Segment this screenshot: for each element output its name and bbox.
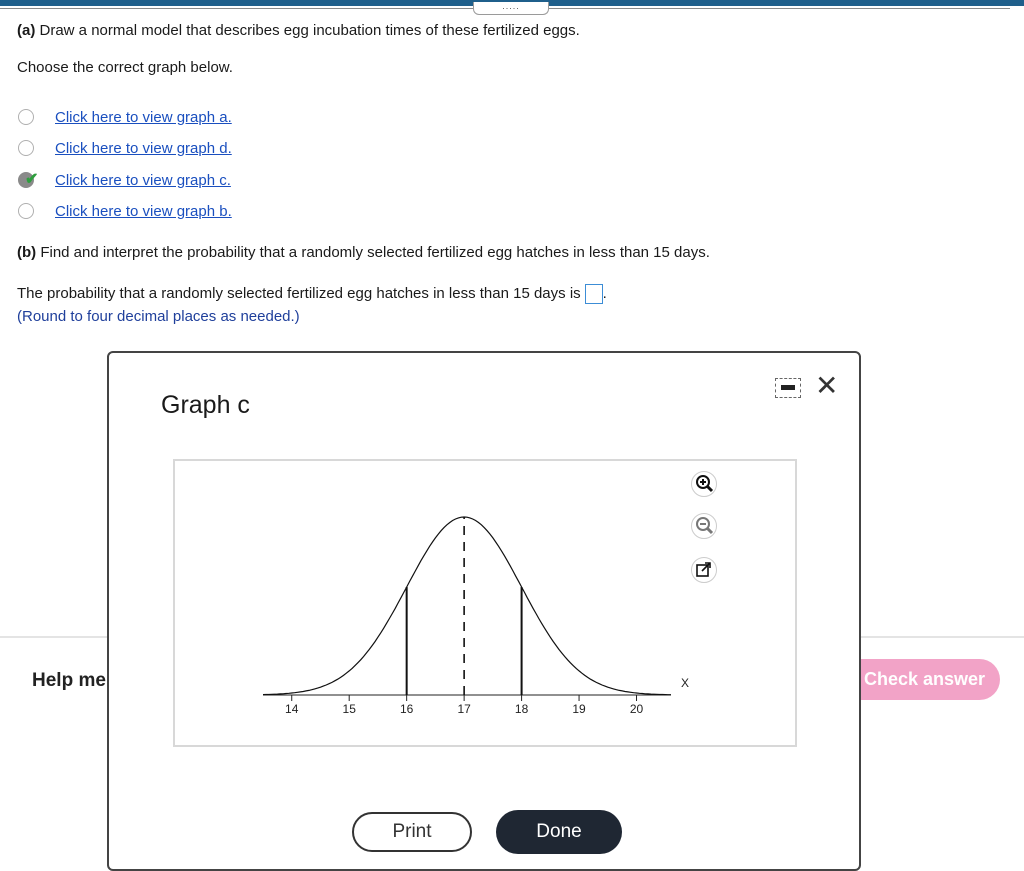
option-link[interactable]: Click here to view graph c. xyxy=(55,172,231,189)
print-button[interactable]: Print xyxy=(352,812,472,852)
part-a-question: (a) Draw a normal model that describes e… xyxy=(17,22,580,39)
statement-text: The probability that a randomly selected… xyxy=(17,284,581,302)
part-b-text: Find and interpret the probability that … xyxy=(40,244,710,261)
x-axis-label: X xyxy=(681,676,689,690)
zoom-in-icon[interactable] xyxy=(691,471,717,497)
part-b-label: (b) xyxy=(17,244,37,261)
close-icon[interactable]: ✕ xyxy=(815,367,838,405)
part-a-label: (a) xyxy=(17,22,36,39)
option-link[interactable]: Click here to view graph b. xyxy=(55,203,232,220)
option-graph-b[interactable]: Click here to view graph b. xyxy=(18,201,232,221)
modal-title: Graph c xyxy=(161,391,250,419)
x-tick-label: 20 xyxy=(630,702,644,716)
option-link[interactable]: Click here to view graph a. xyxy=(55,109,232,126)
option-graph-a[interactable]: Click here to view graph a. xyxy=(18,107,232,127)
done-button[interactable]: Done xyxy=(496,810,622,854)
x-tick-label: 17 xyxy=(457,702,471,716)
collapse-handle[interactable]: ..... xyxy=(473,2,549,15)
zoom-out-icon[interactable] xyxy=(691,513,717,539)
graph-frame: 14 15 16 17 18 19 20 X xyxy=(173,459,797,747)
x-tick-label: 16 xyxy=(400,702,414,716)
part-b-question: (b) Find and interpret the probability t… xyxy=(17,244,710,261)
x-tick-label: 18 xyxy=(515,702,529,716)
checkmark-icon: ✔ xyxy=(25,171,39,188)
part-b-statement: The probability that a randomly selected… xyxy=(17,284,607,304)
part-a-text: Draw a normal model that describes egg i… xyxy=(39,22,580,39)
minimize-icon[interactable] xyxy=(775,378,801,398)
rounding-hint: (Round to four decimal places as needed.… xyxy=(17,308,300,325)
part-a-instruction: Choose the correct graph below. xyxy=(17,59,233,76)
normal-density-curve xyxy=(262,516,671,696)
statement-end: . xyxy=(602,284,607,302)
external-link-icon[interactable] xyxy=(691,557,717,583)
radio-button[interactable] xyxy=(18,203,34,219)
radio-button-selected[interactable]: ✔ xyxy=(18,171,38,188)
x-tick-label: 14 xyxy=(285,702,299,716)
radio-button[interactable] xyxy=(18,140,34,156)
x-tick-label: 15 xyxy=(343,702,357,716)
answer-input-box[interactable] xyxy=(584,284,603,304)
help-me-button[interactable]: Help me xyxy=(32,670,106,692)
graph-modal: Graph c ✕ 14 15 16 17 18 19 20 X Print Done xyxy=(107,351,861,871)
option-graph-c[interactable]: ✔ Click here to view graph c. xyxy=(18,170,231,190)
radio-button[interactable] xyxy=(18,109,34,125)
normal-curve-chart: 14 15 16 17 18 19 20 X xyxy=(262,516,689,716)
option-graph-d[interactable]: Click here to view graph d. xyxy=(18,138,232,158)
option-link[interactable]: Click here to view graph d. xyxy=(55,140,232,157)
x-tick-label: 19 xyxy=(572,702,586,716)
